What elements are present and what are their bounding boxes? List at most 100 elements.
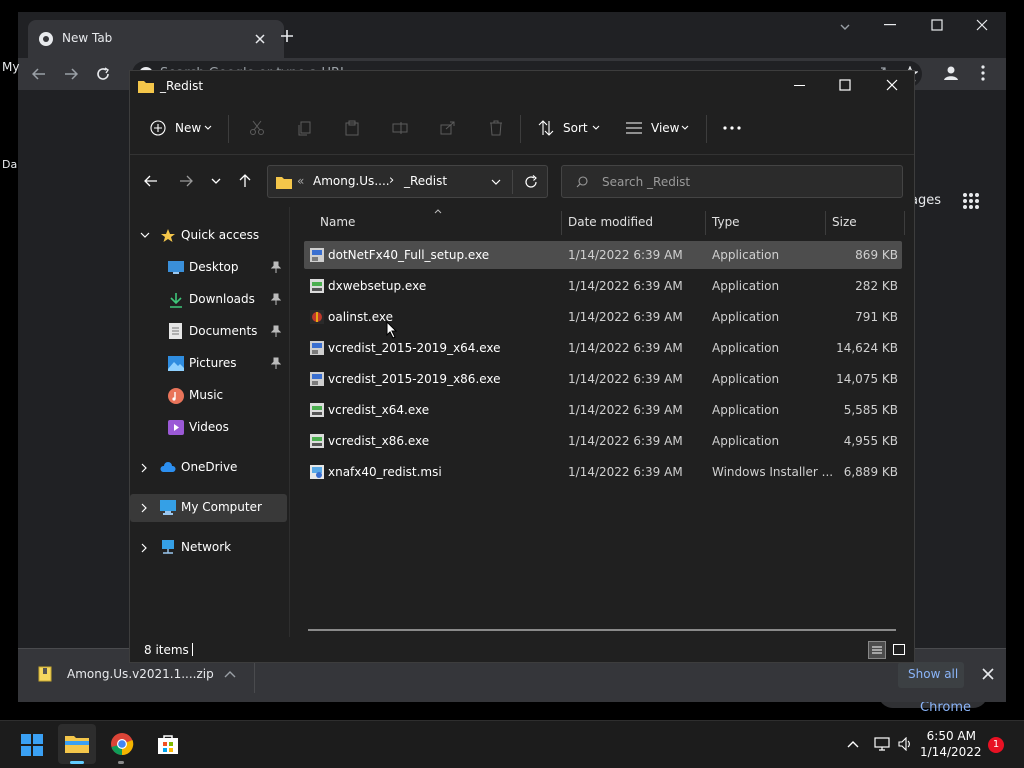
new-tab-plus-icon[interactable] bbox=[280, 29, 294, 43]
reload-icon[interactable] bbox=[96, 67, 110, 81]
breadcrumb-among-us[interactable]: Among.Us.... bbox=[313, 174, 390, 188]
status-bar: 8 items bbox=[130, 637, 914, 663]
file-type: Application bbox=[712, 279, 780, 293]
download-file-name[interactable]: Among.Us.v2021.1....zip bbox=[67, 667, 214, 681]
nav-item-my-computer[interactable]: My Computer bbox=[130, 494, 287, 522]
expand-chevron-right-icon[interactable] bbox=[141, 503, 147, 513]
tab-search-chevron-icon[interactable] bbox=[838, 20, 852, 34]
column-header-name[interactable]: Name bbox=[320, 215, 355, 229]
nav-item-quick-access[interactable]: Quick access bbox=[130, 222, 287, 250]
file-size: 791 KB bbox=[855, 310, 898, 324]
nav-back-icon[interactable] bbox=[144, 175, 158, 187]
back-arrow-icon[interactable] bbox=[32, 67, 46, 81]
expand-chevron-right-icon[interactable] bbox=[141, 543, 147, 553]
chrome-menu-kebab-icon[interactable] bbox=[981, 65, 985, 81]
file-date: 1/14/2022 6:39 AM bbox=[568, 279, 683, 293]
file-row[interactable]: vcredist_2015-2019_x86.exe 1/14/2022 6:3… bbox=[304, 365, 902, 393]
search-input[interactable]: Search _Redist bbox=[561, 165, 903, 198]
notification-badge[interactable]: 1 bbox=[988, 737, 1004, 753]
cut-icon[interactable] bbox=[249, 120, 265, 136]
large-icons-view-button[interactable] bbox=[890, 641, 908, 659]
chrome-close-icon[interactable] bbox=[976, 19, 988, 31]
nav-item-videos[interactable]: Videos bbox=[130, 414, 287, 442]
nav-item-music[interactable]: Music bbox=[130, 382, 287, 410]
column-header-date[interactable]: Date modified bbox=[568, 215, 653, 229]
file-name: dotNetFx40_Full_setup.exe bbox=[328, 248, 490, 262]
file-name: oalinst.exe bbox=[328, 310, 394, 324]
column-divider[interactable] bbox=[705, 211, 706, 235]
refresh-icon[interactable] bbox=[524, 175, 538, 189]
address-bar[interactable]: « Among.Us.... › _Redist bbox=[267, 165, 548, 198]
column-header-type[interactable]: Type bbox=[712, 215, 740, 229]
store-taskbar-button[interactable] bbox=[150, 724, 186, 764]
profile-avatar-icon[interactable] bbox=[943, 65, 959, 81]
explorer-close-icon[interactable] bbox=[886, 79, 898, 91]
pane-splitter[interactable] bbox=[289, 207, 290, 637]
nav-item-pictures[interactable]: Pictures bbox=[130, 350, 287, 378]
sort-button[interactable]: Sort bbox=[536, 119, 602, 141]
recent-locations-chevron-icon[interactable] bbox=[211, 178, 221, 184]
address-history-chevron-icon[interactable] bbox=[491, 179, 501, 185]
explorer-window-title: _Redist bbox=[160, 79, 204, 93]
nav-item-network[interactable]: Network bbox=[130, 534, 287, 562]
network-tray-icon[interactable] bbox=[874, 737, 890, 751]
explorer-title-bar[interactable]: _Redist bbox=[130, 71, 914, 103]
chrome-minimize-icon[interactable] bbox=[884, 24, 896, 26]
application-setup-icon bbox=[310, 434, 324, 448]
column-divider[interactable] bbox=[825, 211, 826, 235]
google-apps-grid-icon[interactable] bbox=[962, 192, 980, 210]
volume-icon[interactable] bbox=[898, 737, 912, 751]
view-button[interactable]: View bbox=[624, 119, 690, 141]
file-row[interactable]: dxwebsetup.exe 1/14/2022 6:39 AM Applica… bbox=[304, 272, 902, 300]
expand-chevron-down-icon[interactable] bbox=[140, 232, 150, 238]
address-divider bbox=[512, 170, 513, 194]
file-explorer-window: _Redist New Sort View « Among.Us.... › _… bbox=[129, 70, 915, 663]
file-row[interactable]: vcredist_x64.exe 1/14/2022 6:39 AM Appli… bbox=[304, 396, 902, 424]
search-placeholder: Search _Redist bbox=[602, 175, 691, 189]
application-setup-icon bbox=[310, 403, 324, 417]
details-view-button[interactable] bbox=[868, 641, 886, 659]
nav-item-documents[interactable]: Documents bbox=[130, 318, 287, 346]
file-size: 6,889 KB bbox=[843, 465, 898, 479]
column-header-size[interactable]: Size bbox=[832, 215, 857, 229]
windows-start-icon[interactable] bbox=[21, 734, 43, 756]
chrome-taskbar-button[interactable] bbox=[104, 724, 140, 764]
breadcrumb-redist[interactable]: _Redist bbox=[404, 174, 447, 188]
nav-item-onedrive[interactable]: OneDrive bbox=[130, 454, 287, 482]
nav-item-downloads[interactable]: Downloads bbox=[130, 286, 287, 314]
rename-icon[interactable] bbox=[392, 120, 408, 136]
share-icon[interactable] bbox=[440, 120, 456, 136]
file-row[interactable]: vcredist_x86.exe 1/14/2022 6:39 AM Appli… bbox=[304, 427, 902, 455]
file-name: dxwebsetup.exe bbox=[328, 279, 427, 293]
file-row[interactable]: dotNetFx40_Full_setup.exe 1/14/2022 6:39… bbox=[304, 241, 902, 269]
clock-button[interactable]: 6:50 AM 1/14/2022 bbox=[920, 723, 982, 765]
explorer-maximize-icon[interactable] bbox=[839, 79, 851, 91]
new-button[interactable]: New bbox=[148, 119, 218, 141]
column-divider[interactable] bbox=[904, 211, 905, 235]
tab-close-icon[interactable] bbox=[254, 33, 266, 45]
file-explorer-taskbar-button[interactable] bbox=[58, 724, 96, 764]
paste-icon[interactable] bbox=[344, 120, 360, 136]
file-list: Name Date modified Type Size dotNetFx40_… bbox=[300, 207, 914, 637]
chrome-maximize-icon[interactable] bbox=[931, 19, 943, 31]
chrome-tab-new-tab[interactable]: New Tab bbox=[28, 20, 284, 58]
nav-forward-icon[interactable] bbox=[179, 175, 193, 187]
file-row[interactable]: xnafx40_redist.msi 1/14/2022 6:39 AM Win… bbox=[304, 458, 902, 486]
collapsed-breadcrumb[interactable]: « bbox=[297, 174, 304, 188]
horizontal-scrollbar[interactable] bbox=[308, 629, 896, 631]
show-all-downloads-button[interactable]: Show all bbox=[898, 662, 964, 688]
explorer-minimize-icon[interactable] bbox=[794, 85, 806, 87]
copy-icon[interactable] bbox=[297, 120, 313, 136]
expand-chevron-right-icon[interactable] bbox=[141, 463, 147, 473]
delete-icon[interactable] bbox=[488, 120, 504, 136]
close-download-shelf-icon[interactable] bbox=[982, 668, 994, 680]
explorer-navigation-bar: « Among.Us.... › _Redist Search _Redist bbox=[130, 155, 914, 207]
nav-up-icon[interactable] bbox=[239, 174, 251, 188]
forward-arrow-icon[interactable] bbox=[64, 67, 78, 81]
new-dropdown-chevron-icon bbox=[204, 125, 212, 130]
download-options-chevron-icon[interactable] bbox=[224, 669, 236, 679]
show-hidden-icons-chevron-icon[interactable] bbox=[847, 740, 859, 748]
nav-item-desktop[interactable]: Desktop bbox=[130, 254, 287, 282]
column-divider[interactable] bbox=[561, 211, 562, 235]
more-options-icon[interactable] bbox=[723, 126, 741, 130]
